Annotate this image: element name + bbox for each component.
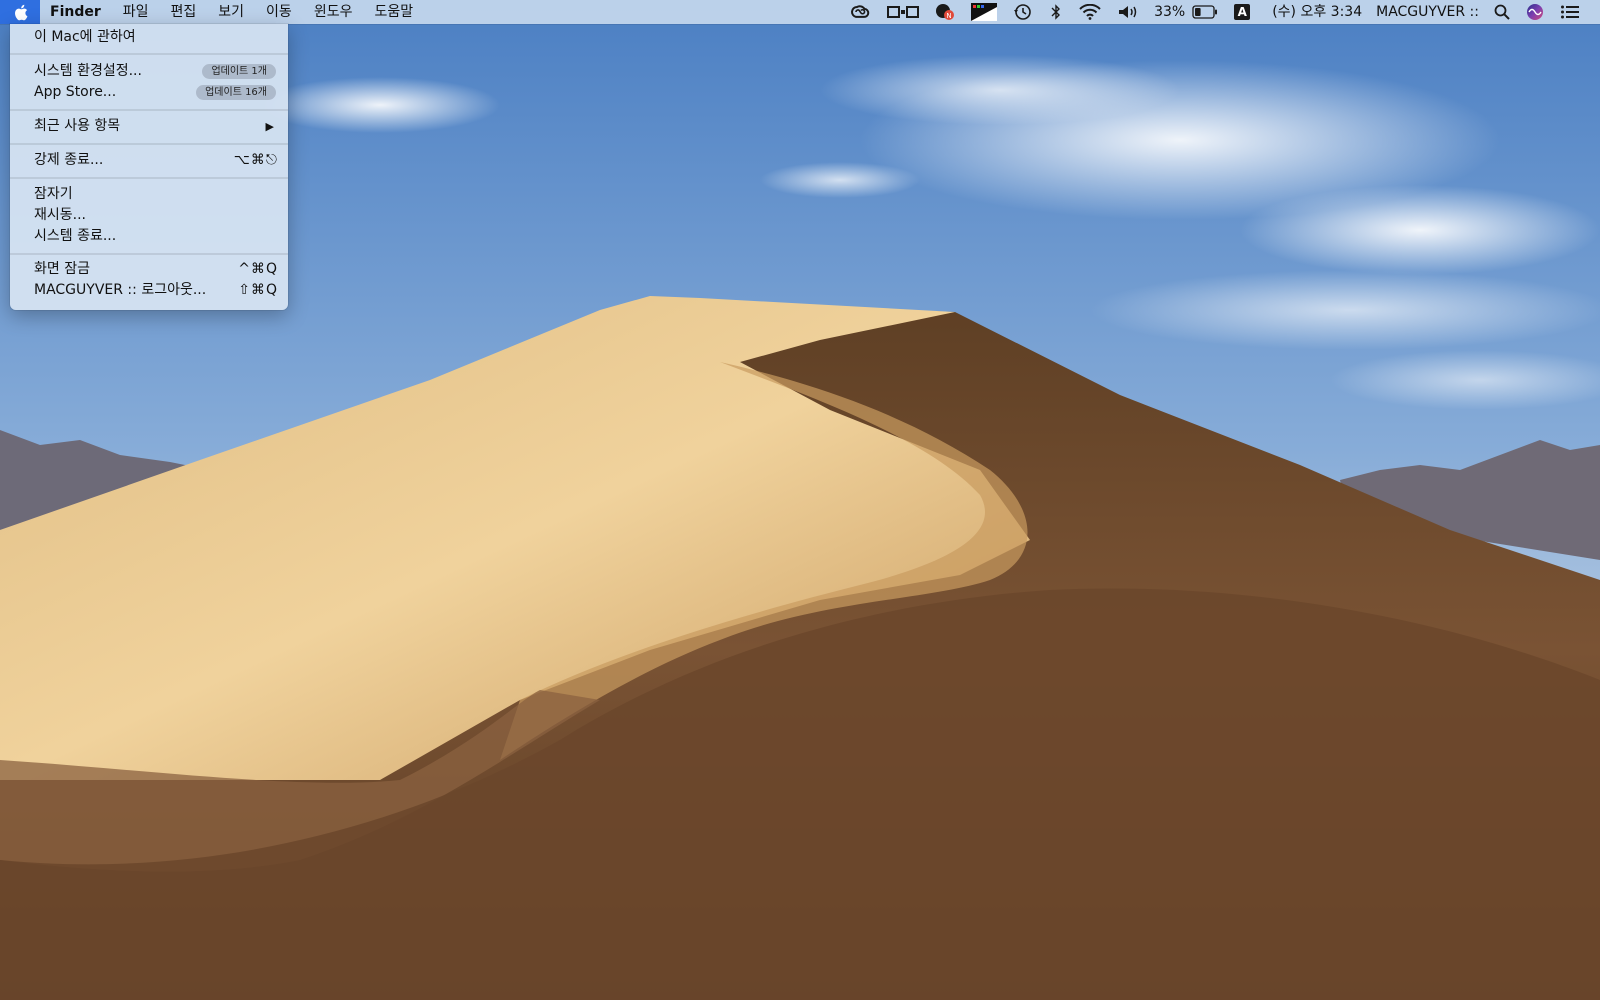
menu-help[interactable]: 도움말 bbox=[363, 0, 424, 24]
menu-item-label: 강제 종료... bbox=[34, 152, 104, 168]
volume-icon[interactable] bbox=[1109, 0, 1147, 24]
update-badge: 업데이트 16개 bbox=[196, 85, 276, 100]
time-machine-icon[interactable] bbox=[1005, 0, 1041, 24]
menu-item-label: 화면 잠금 bbox=[34, 261, 90, 277]
menu-bar-left: Finder 파일 편집 보기 이동 윈도우 도움말 bbox=[0, 0, 424, 24]
menu-bar-status-area: N 33% A (수) 오후 3:34 MACGUYVER:: bbox=[841, 0, 1588, 24]
menu-bar: Finder 파일 편집 보기 이동 윈도우 도움말 N 33% A (수) 오… bbox=[0, 0, 1600, 24]
menu-item-label: 최근 사용 항목 bbox=[34, 118, 121, 134]
update-badge: 업데이트 1개 bbox=[202, 64, 276, 79]
bluetooth-icon[interactable] bbox=[1041, 0, 1071, 24]
menu-separator bbox=[10, 109, 288, 111]
notification-center-icon[interactable] bbox=[1552, 0, 1588, 24]
menu-window[interactable]: 윈도우 bbox=[303, 0, 364, 24]
menu-separator bbox=[10, 143, 288, 145]
apple-menu-dropdown: 이 Mac에 관하여 시스템 환경설정... 업데이트 1개 App Store… bbox=[10, 24, 288, 310]
menu-item-system-preferences[interactable]: 시스템 환경설정... 업데이트 1개 bbox=[10, 61, 288, 82]
menu-item-label: 잠자기 bbox=[34, 186, 73, 202]
battery-percent[interactable]: 33% bbox=[1147, 0, 1192, 24]
menu-edit[interactable]: 편집 bbox=[160, 0, 208, 24]
menu-item-log-out[interactable]: MACGUYVER :: 로그아웃... ⇧⌘Q bbox=[10, 280, 288, 301]
menu-item-app-store[interactable]: App Store... 업데이트 16개 bbox=[10, 82, 288, 103]
screen-capture-icon[interactable] bbox=[963, 0, 1005, 24]
input-source-indicator[interactable]: A bbox=[1226, 0, 1258, 24]
menu-separator bbox=[10, 177, 288, 179]
menu-item-shut-down[interactable]: 시스템 종료... bbox=[10, 226, 288, 247]
battery-icon[interactable] bbox=[1192, 0, 1226, 24]
menu-item-restart[interactable]: 재시동... bbox=[10, 205, 288, 226]
menu-item-recent-items[interactable]: 최근 사용 항목 ▶ bbox=[10, 116, 288, 137]
spotlight-search-icon[interactable] bbox=[1486, 0, 1518, 24]
submenu-arrow-icon: ▶ bbox=[265, 120, 274, 133]
menu-item-label: 이 Mac에 관하여 bbox=[34, 29, 136, 45]
chat-notification-icon[interactable]: N bbox=[927, 0, 963, 24]
apple-logo-icon bbox=[14, 4, 27, 20]
keyboard-shortcut: ⇧⌘Q bbox=[238, 282, 278, 298]
menu-separator bbox=[10, 53, 288, 55]
menu-item-sleep[interactable]: 잠자기 bbox=[10, 184, 288, 205]
menu-item-label: 시스템 종료... bbox=[34, 228, 117, 244]
siri-icon[interactable] bbox=[1518, 0, 1552, 24]
apple-menu-button[interactable] bbox=[0, 0, 40, 24]
menu-go[interactable]: 이동 bbox=[255, 0, 303, 24]
menu-bar-clock[interactable]: (수) 오후 3:34 bbox=[1258, 0, 1369, 24]
menu-file[interactable]: 파일 bbox=[112, 0, 160, 24]
menu-item-about-this-mac[interactable]: 이 Mac에 관하여 bbox=[10, 27, 288, 48]
menu-item-label: MACGUYVER :: 로그아웃... bbox=[34, 282, 207, 298]
battery-level-fill bbox=[1195, 8, 1201, 16]
desktop[interactable]: Finder 파일 편집 보기 이동 윈도우 도움말 N 33% A (수) 오… bbox=[0, 0, 1600, 1000]
menu-item-lock-screen[interactable]: 화면 잠금 ^⌘Q bbox=[10, 259, 288, 280]
wifi-icon[interactable] bbox=[1071, 0, 1109, 24]
menu-finder[interactable]: Finder bbox=[40, 0, 112, 24]
keyboard-shortcut: ⌥⌘⎋ bbox=[233, 152, 278, 168]
keyboard-shortcut: ^⌘Q bbox=[238, 261, 278, 277]
display-mirror-icon[interactable] bbox=[879, 0, 927, 24]
creative-cloud-icon[interactable] bbox=[841, 0, 879, 24]
menu-separator bbox=[10, 253, 288, 255]
input-source-letter: A bbox=[1234, 4, 1251, 20]
menu-view[interactable]: 보기 bbox=[207, 0, 255, 24]
menu-item-label: 시스템 환경설정... bbox=[34, 63, 142, 79]
menu-item-label: App Store... bbox=[34, 84, 117, 100]
user-name-menu[interactable]: MACGUYVER :: bbox=[1369, 0, 1486, 24]
menu-item-force-quit[interactable]: 강제 종료... ⌥⌘⎋ bbox=[10, 150, 288, 171]
menu-item-label: 재시동... bbox=[34, 207, 86, 223]
svg-text:N: N bbox=[946, 12, 951, 20]
